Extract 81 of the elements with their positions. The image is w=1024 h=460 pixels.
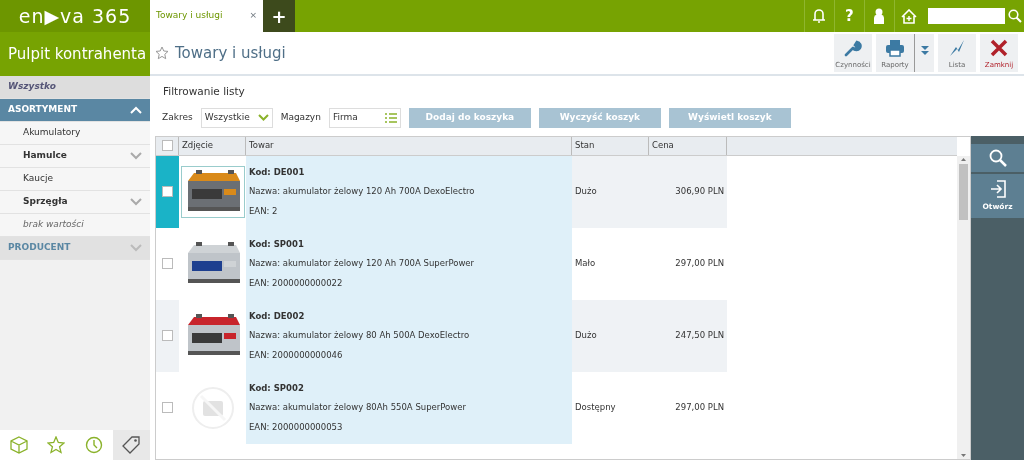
sidebar-title: Pulpit kontrahenta	[0, 32, 150, 76]
product-code: Kod: DE001	[249, 165, 306, 179]
product-code: Kod: SP002	[249, 381, 305, 395]
row-checkbox[interactable]	[162, 330, 173, 342]
bell-icon	[812, 8, 827, 24]
search-icon	[988, 148, 1007, 167]
printer-icon	[885, 39, 905, 58]
row-selector[interactable]	[156, 299, 179, 372]
person-icon	[873, 8, 886, 24]
sidebar-item[interactable]: Akumulatory	[0, 122, 150, 145]
stock-cell: Mało	[575, 257, 596, 271]
star-icon[interactable]	[155, 46, 169, 60]
chevron-down-icon	[130, 197, 142, 206]
tag-icon[interactable]	[122, 436, 141, 454]
sidebar-item[interactable]: Wszystko	[0, 76, 150, 99]
sign-in-icon	[989, 179, 1006, 198]
cube-icon[interactable]	[9, 436, 28, 454]
row-checkbox[interactable]	[162, 402, 173, 414]
field-label: Zakres	[162, 111, 193, 124]
dropdown[interactable]: Wszystkie	[200, 107, 273, 128]
wrench-icon	[844, 39, 862, 58]
help-button[interactable]: ?	[833, 0, 864, 32]
product-ean: EAN: 2	[249, 205, 279, 218]
page-title: Towary i usługi	[175, 42, 286, 64]
price-cell: 247,50 PLN	[675, 329, 724, 343]
scroll-thumb[interactable]	[959, 163, 968, 220]
stock-cell: Dużo	[575, 185, 597, 199]
price-cell: 306,90 PLN	[675, 185, 724, 199]
column-header[interactable]: Towar	[246, 136, 572, 155]
sidebar-group[interactable]: ASORTYMENT	[0, 99, 150, 122]
scrollbar[interactable]	[957, 155, 970, 459]
sidebar-item[interactable]: Sprzęgła	[0, 191, 150, 214]
scroll-down-icon[interactable]	[960, 451, 967, 459]
more-button[interactable]	[914, 34, 934, 72]
home-icon	[901, 8, 918, 24]
clock-icon[interactable]	[84, 436, 103, 454]
product-name: Nazwa: akumulator żelowy 120 Ah 700A DexoElectro	[249, 185, 476, 199]
chevron-down-icon	[257, 114, 269, 121]
row-checkbox[interactable]	[162, 186, 173, 198]
column-header[interactable]: Zdjęcie	[179, 136, 246, 155]
close-tab-button[interactable]: ×	[249, 9, 257, 23]
product-name: Nazwa: akumulator żelowy 80Ah 550A SuperPower	[249, 401, 467, 415]
logo: en▶va 365	[0, 0, 150, 32]
product-ean: EAN: 2000000000022	[249, 277, 344, 290]
product-name: Nazwa: akumulator żelowy 120 Ah 700A SuperPower	[249, 257, 476, 271]
sidebar-item[interactable]: Kaucje	[0, 168, 150, 191]
new-tab-button[interactable]: +	[263, 0, 295, 32]
product-ean: EAN: 2000000000046	[249, 349, 344, 362]
search-field[interactable]	[927, 8, 1005, 24]
sidebar-item[interactable]: Hamulce	[0, 145, 150, 168]
row-checkbox[interactable]	[162, 258, 173, 270]
search-icon[interactable]	[1007, 9, 1022, 23]
stock-cell: Dużo	[575, 329, 597, 343]
scroll-up-icon[interactable]	[960, 155, 967, 164]
row-selector[interactable]	[156, 155, 179, 228]
product-name: Nazwa: akumulator żelowy 80 Ah 500A DexoElectro	[249, 329, 471, 343]
column-header[interactable]: Stan	[572, 136, 649, 155]
chevron-up-icon	[130, 105, 142, 114]
section-title: Filtrowanie listy	[163, 84, 246, 99]
list-icon	[384, 112, 397, 123]
close-icon	[990, 39, 1008, 58]
chevron-down-icon	[130, 151, 142, 160]
star-icon[interactable]	[47, 436, 66, 454]
checkbox[interactable]	[161, 140, 173, 152]
chevron-down-icon	[130, 243, 142, 252]
double-chevron-icon	[919, 44, 930, 57]
search-button[interactable]	[971, 143, 1024, 174]
price-cell: 297,00 PLN	[675, 257, 724, 271]
product-code: Kod: SP001	[249, 237, 305, 251]
lookup-field[interactable]: Firma	[328, 107, 401, 128]
product-ean: EAN: 2000000000053	[249, 421, 344, 434]
field-label: Magazyn	[280, 111, 321, 124]
tab[interactable]: Towary i usługi ×	[150, 0, 263, 32]
sidebar-item[interactable]: brak wartości	[0, 214, 150, 237]
lightning-icon	[949, 39, 965, 58]
price-cell: 297,00 PLN	[675, 401, 724, 415]
sidebar-group[interactable]: PRODUCENT	[0, 237, 150, 260]
product-code: Kod: DE002	[249, 309, 306, 323]
no-photo-icon	[190, 385, 235, 430]
stock-cell: Dostępny	[575, 401, 616, 415]
column-header[interactable]: Cena	[649, 136, 727, 155]
